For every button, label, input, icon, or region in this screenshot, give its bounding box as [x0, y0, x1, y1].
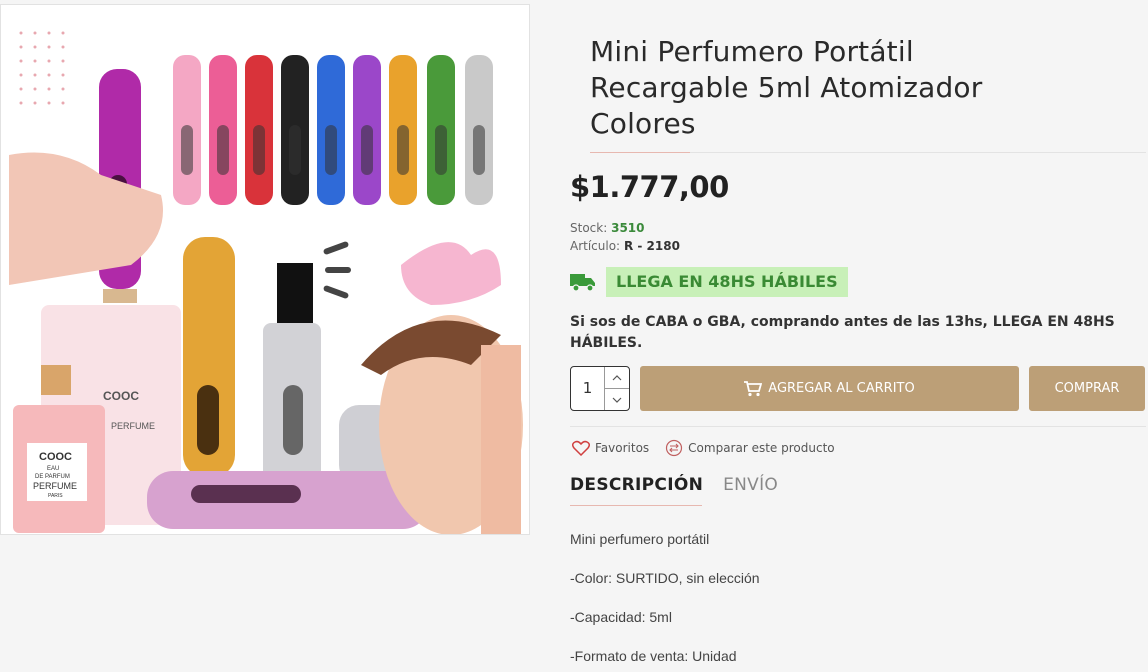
- chevron-up-icon: [612, 374, 622, 380]
- compare-label: Comparar este producto: [688, 441, 835, 455]
- sku-info: Artículo: R - 2180: [570, 239, 680, 253]
- delivery-badge: LLEGA EN 48HS HÁBILES: [606, 267, 848, 297]
- delivery-info: LLEGA EN 48HS HÁBILES: [570, 267, 848, 297]
- product-price: $1.777,00: [570, 170, 729, 204]
- product-title-line: Recargable 5ml Atomizador: [590, 71, 983, 104]
- compare-icon: [666, 439, 683, 457]
- favorites-label: Favoritos: [595, 441, 650, 455]
- product-photo: COOC PERFUME COOC EAU DE PARFUM PERFUME …: [1, 5, 529, 534]
- quantity-stepper[interactable]: 1: [570, 366, 630, 411]
- add-to-cart-label: AGREGAR AL CARRITO: [768, 381, 915, 396]
- chevron-down-icon: [612, 397, 622, 403]
- product-title-line: Mini Perfumero Portátil: [590, 35, 914, 68]
- product-page: COOC PERFUME COOC EAU DE PARFUM PERFUME …: [0, 0, 1148, 672]
- description-line: -Color: SURTIDO, sin elección: [570, 570, 760, 586]
- product-tabs: DESCRIPCIÓN ENVÍO: [570, 475, 798, 495]
- compare-link[interactable]: Comparar este producto: [665, 439, 835, 457]
- small-bottle-perfume-text: PERFUME: [33, 481, 77, 491]
- delivery-notice: Si sos de CABA o GBA, comprando antes de…: [570, 314, 1115, 351]
- actions-divider: [570, 426, 1146, 427]
- quantity-buttons: [604, 367, 629, 410]
- buy-label: COMPRAR: [1054, 381, 1120, 396]
- favorites-link[interactable]: Favoritos: [572, 440, 649, 456]
- small-bottle-deparfum-text: DE PARFUM: [35, 474, 70, 480]
- description-line: -Formato de venta: Unidad: [570, 648, 737, 664]
- stock-label: Stock:: [570, 221, 608, 235]
- quantity-increment-button[interactable]: [605, 367, 629, 389]
- cart-icon: [744, 380, 763, 396]
- product-title: Mini Perfumero Portátil Recargable 5ml A…: [590, 34, 1110, 142]
- stock-info: Stock: 3510: [570, 221, 645, 235]
- tab-shipping[interactable]: ENVÍO: [723, 475, 778, 495]
- small-bottle-eau-text: EAU: [47, 466, 59, 472]
- buy-button[interactable]: COMPRAR: [1029, 366, 1145, 411]
- quantity-input[interactable]: 1: [571, 367, 604, 410]
- heart-icon: [572, 440, 590, 456]
- description-line: -Capacidad: 5ml: [570, 609, 672, 625]
- product-title-line: Colores: [590, 107, 696, 140]
- bottle-brand-text: COOC: [103, 389, 139, 403]
- stock-value: 3510: [611, 221, 645, 235]
- description-line: Mini perfumero portátil: [570, 531, 710, 547]
- product-actions: Favoritos Comparar este producto: [572, 439, 851, 457]
- title-divider-accent: [590, 152, 690, 153]
- bottle-perfume-text: PERFUME: [111, 421, 155, 431]
- active-tab-indicator: [570, 505, 702, 506]
- add-to-cart-button[interactable]: AGREGAR AL CARRITO: [640, 366, 1019, 411]
- quantity-decrement-button[interactable]: [605, 389, 629, 410]
- tab-description[interactable]: DESCRIPCIÓN: [570, 475, 703, 495]
- product-image[interactable]: COOC PERFUME COOC EAU DE PARFUM PERFUME …: [0, 4, 530, 535]
- sku-label: Artículo:: [570, 239, 621, 253]
- sku-value: R - 2180: [623, 239, 680, 253]
- small-bottle-paris-text: PARIS: [48, 493, 63, 499]
- small-bottle-brand-text: COOC: [39, 451, 72, 463]
- truck-icon: [570, 274, 595, 292]
